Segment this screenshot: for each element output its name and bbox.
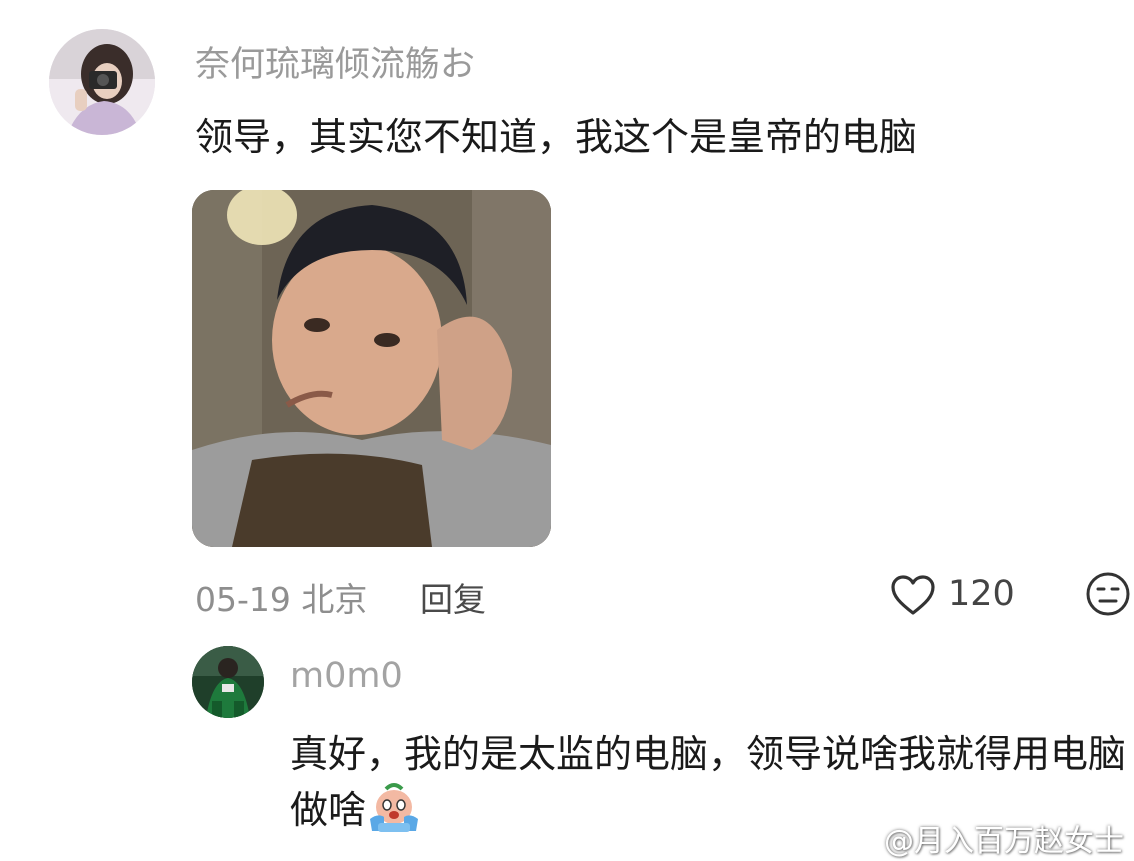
avatar-photo [192, 646, 264, 718]
heart-outline-icon[interactable] [890, 574, 936, 616]
main-comment-text: 领导，其实您不知道，我这个是皇帝的电脑 [195, 115, 918, 159]
neutral-face-icon[interactable] [1085, 571, 1131, 617]
watermark-text: @月入百万赵女士 [884, 824, 1124, 859]
crying-face-icon [368, 783, 420, 833]
reply-commenter-avatar[interactable] [192, 646, 264, 718]
comment-date-location: 05-19 北京 [195, 580, 368, 619]
main-commenter-avatar[interactable] [49, 29, 155, 135]
meme-photo [192, 190, 551, 547]
main-commenter-username[interactable]: 奈何琉璃倾流觞お [195, 36, 475, 87]
reply-button[interactable]: 回复 [420, 573, 486, 621]
watermark: @月入百万赵女士 [840, 816, 1124, 860]
weibo-logo-icon [840, 825, 877, 853]
avatar-photo [49, 29, 155, 135]
comment-image[interactable] [192, 190, 551, 547]
like-count: 120 [948, 574, 1015, 614]
reply-commenter-username[interactable]: m0m0 [290, 656, 403, 696]
